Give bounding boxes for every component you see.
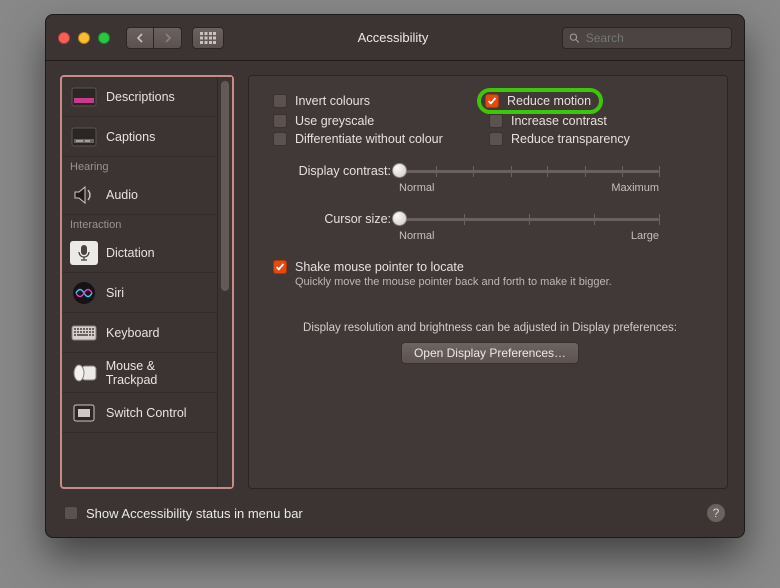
zoom-icon[interactable] [98, 32, 110, 44]
display-contrast-label: Display contrast: [273, 164, 391, 178]
checkbox-icon [273, 260, 287, 274]
help-button[interactable]: ? [706, 503, 726, 523]
audio-icon [70, 183, 98, 207]
captions-icon [70, 125, 98, 149]
switch-control-icon [70, 401, 98, 425]
option-differentiate-colour[interactable]: Differentiate without colour [273, 132, 483, 146]
sidebar-item-label: Captions [106, 130, 155, 144]
cursor-size-label: Cursor size: [273, 212, 391, 226]
keyboard-icon [70, 321, 98, 345]
preferences-window: Accessibility Descriptions [45, 14, 745, 538]
option-label: Differentiate without colour [295, 132, 443, 146]
checkbox-icon [489, 132, 503, 146]
sidebar-item-audio[interactable]: Audio [62, 175, 217, 215]
search-input[interactable] [586, 31, 725, 45]
titlebar: Accessibility [46, 15, 744, 61]
mouse-icon [70, 361, 98, 385]
slider-thumb[interactable] [392, 163, 407, 178]
sidebar-item-label: Mouse & Trackpad [106, 359, 209, 387]
option-reduce-motion[interactable]: Reduce motion [477, 88, 603, 114]
option-description: Quickly move the mouse pointer back and … [295, 276, 612, 288]
settings-panel: Invert colours Reduce motion Use greysca… [248, 75, 728, 489]
sidebar-item-keyboard[interactable]: Keyboard [62, 313, 217, 353]
checkbox-icon [273, 94, 287, 108]
open-display-preferences-button[interactable]: Open Display Preferences… [401, 342, 579, 364]
sidebar-item-label: Dictation [106, 246, 155, 260]
option-label: Show Accessibility status in menu bar [86, 506, 303, 521]
slider-max-label: Large [631, 230, 659, 242]
option-shake-pointer[interactable]: Shake mouse pointer to locate Quickly mo… [273, 260, 707, 288]
forward-button[interactable] [154, 27, 182, 49]
option-increase-contrast[interactable]: Increase contrast [483, 114, 707, 128]
sidebar-item-switch-control[interactable]: Switch Control [62, 393, 217, 433]
minimize-icon[interactable] [78, 32, 90, 44]
option-label: Reduce transparency [511, 132, 630, 146]
option-show-status-menubar[interactable]: Show Accessibility status in menu bar [64, 506, 303, 521]
window-controls [58, 32, 110, 44]
slider-thumb[interactable] [392, 211, 407, 226]
option-reduce-transparency[interactable]: Reduce transparency [483, 132, 707, 146]
option-use-greyscale[interactable]: Use greyscale [273, 114, 483, 128]
sidebar-header-interaction: Interaction [62, 215, 217, 233]
option-label: Increase contrast [511, 114, 607, 128]
window-title: Accessibility [234, 30, 552, 45]
sidebar-item-label: Descriptions [106, 90, 175, 104]
slider-min-label: Normal [399, 230, 434, 242]
content-area: Descriptions Captions Hearing Audio [46, 61, 744, 503]
sidebar-item-label: Keyboard [106, 326, 160, 340]
sidebar-item-dictation[interactable]: Dictation [62, 233, 217, 273]
search-icon [569, 32, 580, 44]
option-label: Use greyscale [295, 114, 374, 128]
search-field[interactable] [562, 27, 732, 49]
siri-icon [70, 281, 98, 305]
sidebar-scrollbar[interactable] [217, 77, 232, 487]
back-button[interactable] [126, 27, 154, 49]
category-sidebar: Descriptions Captions Hearing Audio [60, 75, 234, 489]
descriptions-icon [70, 85, 98, 109]
dictation-icon [70, 241, 98, 265]
window-footer: Show Accessibility status in menu bar ? [46, 503, 744, 537]
sidebar-item-siri[interactable]: Siri [62, 273, 217, 313]
cursor-size-slider[interactable] [399, 208, 659, 230]
option-label: Invert colours [295, 94, 370, 108]
sidebar-item-label: Switch Control [106, 406, 187, 420]
nav-buttons [126, 27, 182, 49]
checkbox-icon [489, 114, 503, 128]
sidebar-item-label: Audio [106, 188, 138, 202]
option-label: Reduce motion [507, 94, 591, 108]
sidebar-item-label: Siri [106, 286, 124, 300]
display-contrast-slider[interactable] [399, 160, 659, 182]
checkbox-icon [485, 94, 499, 108]
display-preferences-note: Display resolution and brightness can be… [273, 322, 707, 334]
slider-max-label: Maximum [611, 182, 659, 194]
slider-min-label: Normal [399, 182, 434, 194]
sidebar-item-descriptions[interactable]: Descriptions [62, 77, 217, 117]
checkbox-icon [64, 506, 78, 520]
show-all-button[interactable] [192, 27, 224, 49]
checkbox-icon [273, 132, 287, 146]
close-icon[interactable] [58, 32, 70, 44]
sidebar-header-hearing: Hearing [62, 157, 217, 175]
scrollbar-thumb[interactable] [221, 81, 229, 291]
sidebar-item-mouse-trackpad[interactable]: Mouse & Trackpad [62, 353, 217, 393]
checkbox-icon [273, 114, 287, 128]
option-invert-colours[interactable]: Invert colours [273, 92, 483, 110]
option-label: Shake mouse pointer to locate [295, 260, 612, 274]
sidebar-item-captions[interactable]: Captions [62, 117, 217, 157]
